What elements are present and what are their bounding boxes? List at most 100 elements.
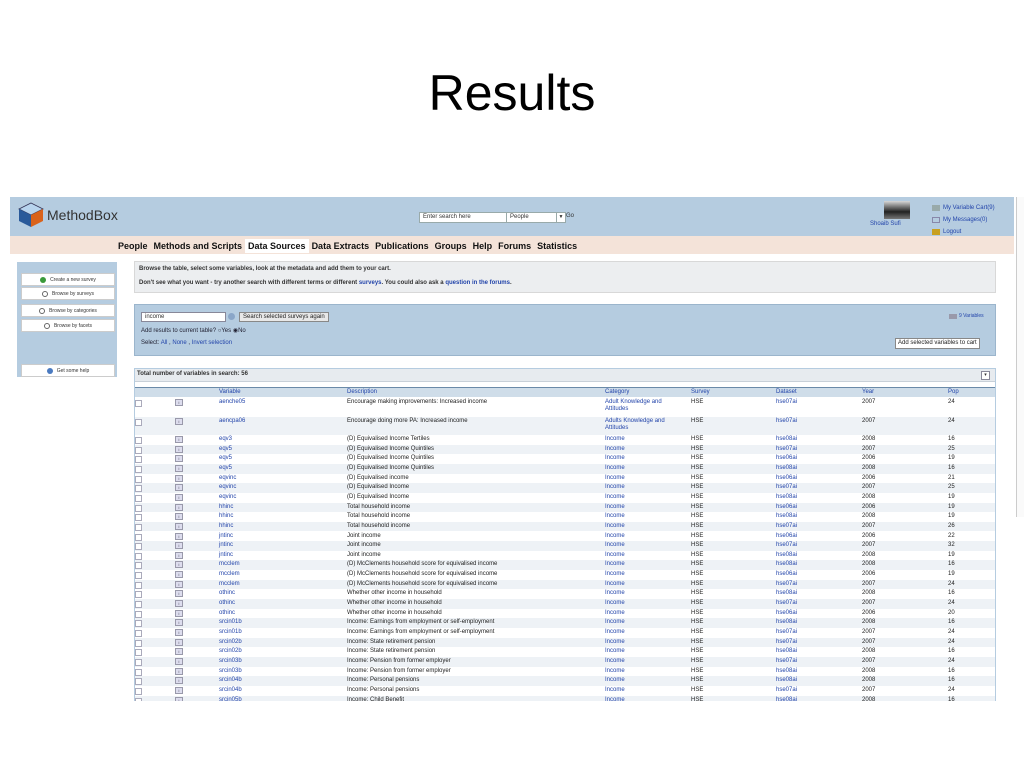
metadata-icon[interactable]: i [175, 667, 183, 675]
cell-variable[interactable]: eqvinc [219, 494, 339, 501]
cell-category[interactable]: Income [605, 561, 685, 568]
cell-dataset[interactable]: hse07ai [776, 446, 856, 453]
cell-variable[interactable]: jntinc [219, 552, 339, 559]
column-header-dataset[interactable]: Dataset [776, 389, 797, 395]
cell-category[interactable]: Income [605, 513, 685, 520]
table-row[interactable]: i jntinc Joint income Income HSE hse07ai 2007 3… [135, 541, 995, 551]
metadata-icon[interactable]: i [175, 522, 183, 530]
cell-variable[interactable]: hhinc [219, 523, 339, 530]
cell-dataset[interactable]: hse08ai [776, 513, 856, 520]
row-checkbox[interactable] [135, 446, 142, 454]
surveys-link[interactable]: surveys [359, 280, 382, 286]
table-row[interactable]: i srcin05b Income: Child Benefit Income HSE h… [135, 695, 995, 701]
table-row[interactable]: i mcclem (D) McClements household score fo… [135, 579, 995, 590]
cell-variable[interactable]: srcin04b [219, 677, 339, 684]
row-checkbox[interactable] [135, 533, 142, 541]
metadata-icon[interactable]: i [175, 561, 183, 569]
cell-variable[interactable]: eqvinc [219, 475, 339, 482]
row-checkbox[interactable] [135, 562, 142, 570]
column-header-year[interactable]: Year [862, 389, 874, 395]
table-row[interactable]: i srcin02b Income: State retirement pensio… [135, 647, 995, 657]
table-row[interactable]: i eqv5 (D) Equivalised Income Quintiles Inc… [135, 454, 995, 464]
cell-dataset[interactable]: hse06ai [776, 533, 856, 540]
cell-category[interactable]: Income [605, 455, 685, 462]
row-checkbox[interactable] [135, 485, 142, 493]
forum-question-link[interactable]: question in the forums [445, 280, 510, 286]
row-checkbox[interactable] [135, 658, 142, 666]
cell-category[interactable]: Income [605, 475, 685, 482]
query-input[interactable]: income [141, 312, 226, 322]
nav-item-help[interactable]: Help [470, 239, 496, 253]
cell-variable[interactable]: srcin03b [219, 668, 339, 675]
metadata-icon[interactable]: i [175, 418, 183, 425]
row-checkbox[interactable] [135, 465, 142, 473]
row-checkbox[interactable] [135, 437, 142, 444]
nav-item-publications[interactable]: Publications [372, 239, 432, 253]
metadata-icon[interactable]: i [175, 619, 183, 627]
row-checkbox[interactable] [135, 697, 142, 701]
go-button[interactable]: Go [566, 212, 574, 221]
metadata-icon[interactable]: i [175, 532, 183, 540]
cell-variable[interactable]: othinc [219, 600, 339, 607]
row-checkbox[interactable] [135, 591, 142, 599]
cell-dataset[interactable]: hse07ai [776, 484, 856, 491]
cell-dataset[interactable]: hse08ai [776, 465, 856, 472]
variables-count-link[interactable]: 9 Variables [949, 313, 984, 319]
table-row[interactable]: i srcin02b Income: State retirement pensio… [135, 637, 995, 648]
table-row[interactable]: i mcclem (D) McClements household score fo… [135, 570, 995, 580]
table-row[interactable]: i aenche05 Encourage making improvements: … [135, 398, 995, 417]
metadata-icon[interactable]: i [175, 493, 183, 501]
row-checkbox[interactable] [135, 610, 142, 618]
row-checkbox[interactable] [135, 687, 142, 695]
row-checkbox[interactable] [135, 475, 142, 483]
cell-category[interactable]: Income [605, 697, 685, 701]
cell-variable[interactable]: hhinc [219, 513, 339, 520]
row-checkbox[interactable] [135, 649, 142, 657]
nav-item-forums[interactable]: Forums [495, 239, 534, 253]
table-row[interactable]: i hhinc Total household income Income HSE hse… [135, 521, 995, 532]
add-to-cart-button[interactable]: Add selected variables to cart [895, 338, 980, 349]
create-survey-button[interactable]: Create a new survey [21, 273, 115, 286]
cell-category[interactable]: Income [605, 533, 685, 540]
cell-variable[interactable]: aencpa06 [219, 418, 339, 425]
metadata-icon[interactable]: i [175, 542, 183, 550]
column-header-survey[interactable]: Survey [691, 389, 710, 395]
row-checkbox[interactable] [135, 456, 142, 464]
cell-dataset[interactable]: hse07ai [776, 418, 856, 425]
row-checkbox[interactable] [135, 543, 142, 551]
cell-dataset[interactable]: hse06ai [776, 475, 856, 482]
metadata-icon[interactable]: i [175, 484, 183, 492]
cell-category[interactable]: Income [605, 523, 685, 530]
page-scrollbar[interactable] [1016, 197, 1024, 517]
cell-dataset[interactable]: hse07ai [776, 600, 856, 607]
cell-variable[interactable]: jntinc [219, 533, 339, 540]
avatar[interactable] [884, 201, 910, 219]
metadata-icon[interactable]: i [175, 600, 183, 608]
cell-dataset[interactable]: hse08ai [776, 619, 856, 626]
cell-dataset[interactable]: hse07ai [776, 658, 856, 665]
table-row[interactable]: i srcin01b Income: Earnings from employmen… [135, 618, 995, 628]
nav-item-statistics[interactable]: Statistics [534, 239, 580, 253]
cell-dataset[interactable]: hse07ai [776, 542, 856, 549]
row-checkbox[interactable] [135, 552, 142, 560]
metadata-icon[interactable]: i [175, 436, 183, 443]
column-header-category[interactable]: Category [605, 389, 629, 395]
row-checkbox[interactable] [135, 668, 142, 676]
cell-variable[interactable]: srcin03b [219, 658, 339, 665]
cell-category[interactable]: Income [605, 484, 685, 491]
browse-facets-button[interactable]: Browse by facets [21, 319, 115, 332]
row-checkbox[interactable] [135, 630, 142, 637]
cell-category[interactable]: Income [605, 629, 685, 636]
cell-category[interactable]: Adults Knowledge and Attitudes [605, 418, 685, 432]
row-checkbox[interactable] [135, 620, 142, 628]
metadata-icon[interactable]: i [175, 638, 183, 646]
table-row[interactable]: i srcin04b Income: Personal pensions Income… [135, 686, 995, 696]
cell-dataset[interactable]: hse08ai [776, 668, 856, 675]
nav-item-people[interactable]: People [115, 239, 151, 253]
metadata-icon[interactable]: i [175, 696, 183, 701]
cell-category[interactable]: Income [605, 639, 685, 646]
metadata-icon[interactable]: i [175, 513, 183, 521]
cell-category[interactable]: Income [605, 668, 685, 675]
help-icon[interactable] [228, 313, 235, 320]
select-all-link[interactable]: All [161, 340, 168, 346]
